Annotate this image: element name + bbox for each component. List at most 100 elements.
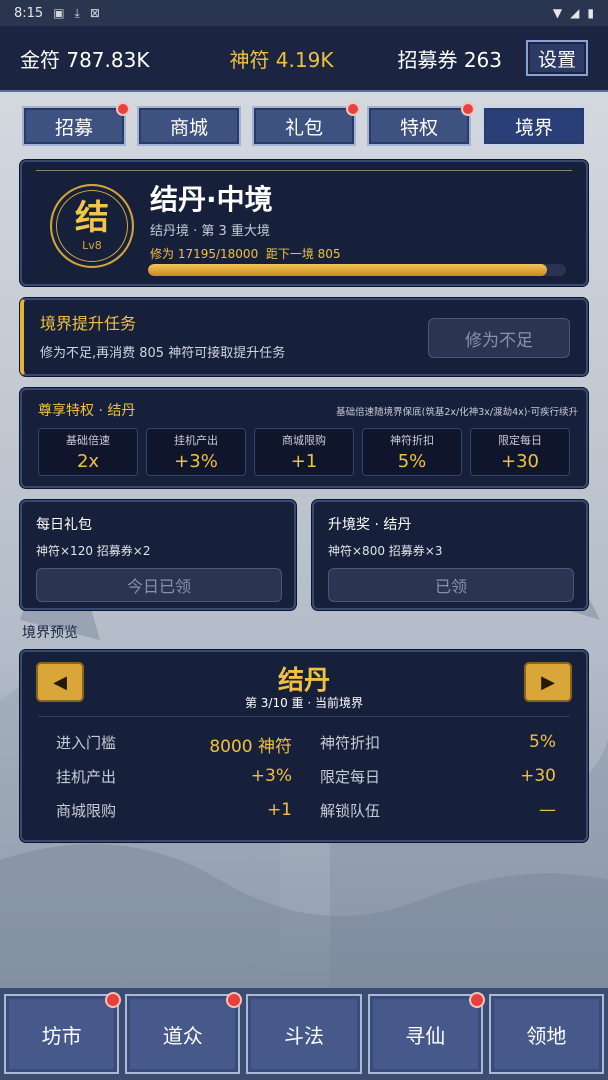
nav-seek-immortal[interactable]: 寻仙 — [367, 992, 485, 1074]
preview-value: +30 — [520, 766, 556, 786]
realm-emblem-char: 结 — [75, 197, 109, 238]
realm-task-panel: 境界提升任务 修为不足,再消费 805 神符可接取提升任务 修为不足 — [20, 298, 588, 376]
upgrade-claimed-button[interactable]: 已领 — [328, 568, 574, 602]
privilege-value: +3% — [174, 451, 218, 472]
battery-icon: ▮ — [587, 6, 594, 20]
system-status-bar: 8:15 ▣ ⤓ ⊠ ▼ ◢ ▮ — [0, 0, 608, 26]
tab-bar: 招募 商城 礼包 特权 境界 — [22, 102, 586, 146]
realm-preview-heading: 境界预览 — [22, 625, 78, 641]
insufficient-cultivation-button[interactable]: 修为不足 — [428, 318, 570, 358]
daily-gift-panel: 每日礼包 神符×120 招募券×2 今日已领 — [20, 500, 296, 610]
privilege-cell: 商城限购 +1 — [254, 428, 354, 476]
tab-label: 境界 — [514, 116, 553, 139]
privilege-key: 基础倍速 — [66, 434, 110, 447]
privilege-panel: 尊享特权 · 结丹 基础倍速随境界保底(筑基2x/化神3x/渡劫4x)·可疾行续… — [20, 388, 588, 488]
wifi-icon: ▼ — [552, 6, 563, 20]
preview-row: 神符折扣 5% — [320, 732, 556, 753]
preview-key: 挂机产出 — [56, 768, 117, 786]
nav-duel[interactable]: 斗法 — [246, 994, 362, 1074]
privilege-value: +1 — [290, 451, 318, 472]
notification-badge — [116, 102, 130, 116]
gold-amount: 金符 787.83K — [20, 47, 150, 72]
download-icon: ⤓ — [74, 5, 80, 20]
realm-title: 结丹·中境 — [150, 183, 273, 216]
preview-row: 进入门槛 8000 神符 — [56, 732, 292, 757]
privilege-cell: 挂机产出 +3% — [146, 428, 246, 476]
realm-progress-text: 修为 17195/18000 距下一境 805 — [150, 245, 341, 262]
privilege-key: 神符折扣 — [390, 434, 434, 447]
image-notification-icon: ▣ — [53, 6, 65, 20]
tab-recruit[interactable]: 招募 — [22, 102, 130, 146]
preview-divider — [38, 716, 570, 717]
realm-preview-panel: ◀ ▶ 结丹 第 3/10 重 · 当前境界 进入门槛 8000 神符 挂机产出 +… — [20, 650, 588, 842]
preview-value: 5% — [529, 732, 556, 752]
privilege-note: 基础倍速随境界保底(筑基2x/化神3x/渡劫4x)·可疾行续升 — [336, 407, 578, 418]
cultivation-progress: 修为 17195/18000 — [150, 247, 259, 261]
nav-label: 斗法 — [284, 1023, 324, 1048]
task-title: 境界提升任务 — [40, 314, 137, 333]
progress-fill — [148, 264, 548, 276]
upgrade-reward-title: 升境奖 · 结丹 — [328, 517, 412, 533]
preview-realm-name: 结丹 — [277, 666, 330, 696]
app-notification-icon: ⊠ — [89, 6, 100, 20]
tab-gift-pack[interactable]: 礼包 — [252, 102, 360, 146]
preview-row: 商城限购 +1 — [56, 800, 292, 821]
tab-label: 招募 — [54, 116, 93, 139]
panel-divider — [36, 170, 572, 171]
privilege-cell: 神符折扣 5% — [362, 428, 462, 476]
nav-label: 领地 — [526, 1023, 567, 1048]
tab-shop[interactable]: 商城 — [137, 106, 241, 146]
privilege-cell: 基础倍速 2x — [38, 428, 138, 476]
distance-to-next: 距下一境 805 — [265, 247, 341, 261]
settings-button[interactable]: 设置 — [526, 40, 588, 76]
bottom-navigation: 坊市 道众 斗法 寻仙 领地 — [0, 988, 608, 1080]
tab-label: 商城 — [169, 116, 208, 139]
tab-privilege[interactable]: 特权 — [367, 102, 475, 146]
currency-bar: 金符 787.83K 神符 4.19K 招募券 263 设置 — [0, 26, 608, 92]
daily-gift-title: 每日礼包 — [36, 517, 92, 533]
notification-badge — [461, 102, 475, 116]
privilege-key: 限定每日 — [498, 434, 542, 447]
preview-value: 8000 神符 — [209, 737, 292, 757]
privilege-value: +30 — [501, 451, 539, 472]
nav-label: 坊市 — [41, 1023, 82, 1048]
nav-label: 寻仙 — [405, 1023, 446, 1048]
ticket-amount: 招募券 263 — [397, 47, 502, 72]
preview-value: — — [539, 800, 556, 820]
privilege-value: 5% — [397, 451, 427, 472]
tab-label: 礼包 — [284, 116, 323, 139]
notification-badge — [468, 992, 485, 1008]
preview-row: 挂机产出 +3% — [56, 766, 292, 787]
notification-badge — [346, 102, 360, 116]
notification-badge — [226, 992, 243, 1008]
privilege-value: 2x — [76, 451, 100, 472]
notification-badge — [105, 992, 122, 1008]
nav-label: 道众 — [162, 1023, 203, 1048]
daily-claimed-button[interactable]: 今日已领 — [36, 568, 282, 602]
upgrade-reward-items: 神符×800 招募券×3 — [328, 544, 443, 558]
tab-realm[interactable]: 境界 — [482, 106, 586, 146]
preview-row: 限定每日 +30 — [320, 766, 556, 787]
realm-subtitle: 结丹境 · 第 3 重大境 — [150, 224, 270, 239]
preview-key: 解锁队伍 — [320, 802, 381, 820]
clock-text: 8:15 — [14, 5, 44, 21]
preview-realm-sub: 第 3/10 重 · 当前境界 — [244, 696, 364, 710]
realm-status-panel: 结 Lv8 结丹·中境 结丹境 · 第 3 重大境 修为 17195/18000… — [20, 160, 588, 286]
task-description: 修为不足,再消费 805 神符可接取提升任务 — [40, 346, 286, 361]
preview-row: 解锁队伍 — — [320, 800, 556, 821]
nav-market[interactable]: 坊市 — [4, 992, 122, 1074]
privilege-key: 挂机产出 — [174, 434, 218, 447]
cultivation-progress-bar — [148, 264, 566, 276]
preview-key: 进入门槛 — [56, 734, 117, 752]
upgrade-reward-panel: 升境奖 · 结丹 神符×800 招募券×3 已领 — [312, 500, 588, 610]
preview-value: +3% — [250, 766, 292, 786]
signal-icon: ◢ — [570, 6, 580, 20]
preview-key: 限定每日 — [320, 768, 381, 786]
spirit-amount: 神符 4.19K — [229, 47, 334, 72]
nav-territory[interactable]: 领地 — [488, 994, 605, 1074]
privilege-title: 尊享特权 · 结丹 — [38, 403, 136, 419]
tab-label: 特权 — [399, 116, 438, 139]
nav-disciples[interactable]: 道众 — [125, 992, 243, 1074]
privilege-cell: 限定每日 +30 — [470, 428, 570, 476]
realm-emblem: 结 Lv8 — [50, 184, 134, 268]
